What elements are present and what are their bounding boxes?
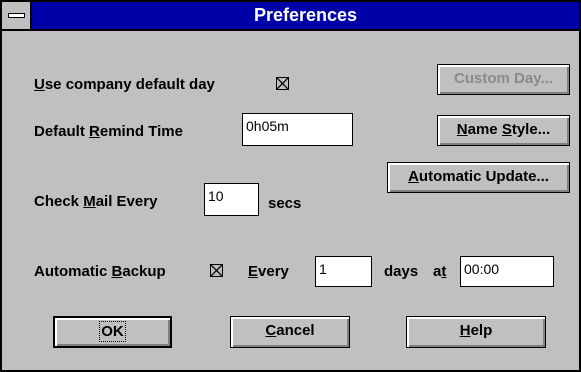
- window-title: Preferences: [253, 5, 358, 25]
- help-button-mnemonic: H: [459, 322, 471, 339]
- company-default-day-mnemonic: U: [34, 76, 45, 93]
- ok-button[interactable]: OK: [53, 316, 172, 348]
- remind-time-label-post: emind Time: [99, 123, 183, 140]
- automatic-update-button-label: utomatic Update...: [418, 168, 549, 185]
- preferences-dialog: Preferences Use company default day Cust…: [0, 0, 581, 372]
- check-mail-label: Check Mail Every: [34, 193, 157, 210]
- help-button-label: elp: [470, 322, 493, 339]
- cancel-button-mnemonic: C: [265, 322, 277, 339]
- backup-every-mnemonic: E: [248, 263, 259, 280]
- check-mail-mnemonic: M: [83, 193, 96, 210]
- automatic-backup-label-post: ackup: [122, 263, 166, 280]
- checkmark-icon: [211, 265, 222, 276]
- backup-every-field[interactable]: 1: [315, 256, 372, 287]
- name-style-button-label: ame: [467, 121, 502, 138]
- backup-every-label-post: very: [258, 263, 289, 280]
- automatic-backup-label-pre: Automatic: [34, 263, 112, 280]
- check-mail-unit-label: secs: [268, 195, 302, 212]
- check-mail-label-post: ail Every: [95, 193, 158, 210]
- title-bar: Preferences: [2, 2, 579, 31]
- company-default-day-checkbox[interactable]: [276, 77, 289, 90]
- backup-at-label: at: [433, 263, 446, 280]
- system-menu-button[interactable]: [2, 2, 32, 29]
- remind-time-field[interactable]: 0h05m: [242, 113, 353, 146]
- name-style-button-mnemonic: N: [456, 121, 468, 138]
- name-style-button-label-2: tyle...: [511, 121, 551, 138]
- cancel-button-label: ancel: [276, 322, 315, 339]
- backup-time-field[interactable]: 00:00: [460, 256, 554, 287]
- help-button[interactable]: Help: [406, 316, 546, 348]
- system-menu-icon: [8, 13, 25, 18]
- company-default-day-label[interactable]: Use company default day: [34, 76, 215, 93]
- backup-every-label: Every: [248, 263, 289, 280]
- custom-day-button-label: Custom Day...: [454, 70, 553, 87]
- remind-time-label-pre: Default: [34, 123, 90, 140]
- automatic-backup-mnemonic: B: [111, 263, 123, 280]
- custom-day-button[interactable]: Custom Day...: [437, 64, 570, 95]
- automatic-backup-label[interactable]: Automatic Backup: [34, 263, 166, 280]
- automatic-update-button[interactable]: Automatic Update...: [387, 162, 570, 193]
- checkmark-icon: [277, 78, 288, 89]
- name-style-button[interactable]: Name Style...: [437, 115, 570, 146]
- cancel-button[interactable]: Cancel: [230, 316, 350, 348]
- check-mail-label-pre: Check: [34, 193, 84, 210]
- name-style-button-mnemonic-2: S: [501, 121, 512, 138]
- company-default-day-label-text: se company default day: [44, 76, 215, 93]
- backup-days-label: days: [384, 263, 419, 280]
- check-mail-interval-field[interactable]: 10: [204, 183, 259, 216]
- automatic-backup-checkbox[interactable]: [210, 264, 223, 277]
- ok-button-label: OK: [99, 321, 126, 342]
- remind-time-label: Default Remind Time: [34, 123, 183, 140]
- backup-at-mnemonic: t: [441, 263, 447, 280]
- automatic-update-button-mnemonic: A: [408, 168, 419, 185]
- remind-time-mnemonic: R: [89, 123, 100, 140]
